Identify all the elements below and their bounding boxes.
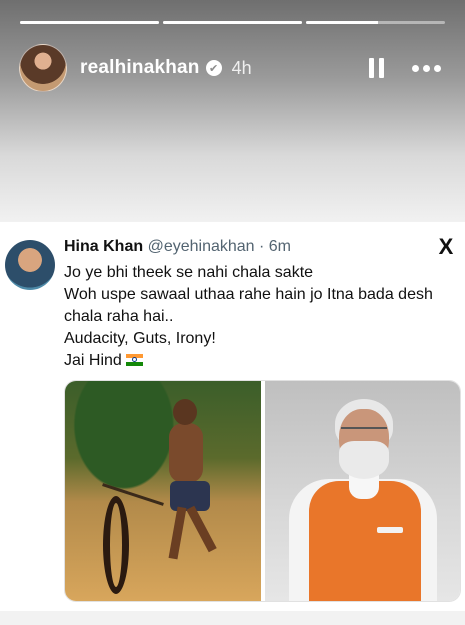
pause-bar-right — [379, 58, 384, 78]
media-image-portrait[interactable] — [264, 381, 460, 601]
tweet-author-name[interactable]: Hina Khan — [64, 238, 143, 255]
pause-bar-left — [369, 58, 374, 78]
more-dot-1 — [412, 64, 419, 72]
story-header: realhinakhan ✔ 4h — [19, 44, 445, 92]
x-logo-icon: X — [438, 234, 454, 259]
more-horizontal-icon[interactable] — [412, 64, 441, 72]
pause-icon[interactable] — [369, 58, 384, 78]
tweet-line-5: Jai Hind — [64, 350, 464, 372]
media-image-boy-running[interactable] — [65, 381, 261, 601]
story-time: 4h — [231, 57, 252, 78]
tweet-media[interactable] — [64, 380, 461, 602]
india-flag-icon — [125, 354, 143, 366]
story-progress-bar — [20, 21, 445, 24]
story-bottom-bar — [0, 611, 465, 625]
progress-fill-3 — [306, 21, 379, 24]
tweet-card[interactable]: Hina Khan @eyehinakhan · 6m X Jo ye bhi … — [0, 222, 465, 611]
tyre-shape — [103, 496, 129, 594]
boy-leg-shape — [168, 506, 187, 560]
tweet-line-2: Woh uspe sawaal uthaa rahe hain jo Itna … — [64, 286, 433, 303]
tweet-line-4: Audacity, Guts, Irony! — [64, 330, 216, 347]
progress-segment-1 — [20, 21, 159, 24]
tweet-separator: · — [254, 238, 269, 255]
tweet-text: Jo ye bhi theek se nahi chala sakte Woh … — [64, 262, 464, 372]
tweet-author-handle: @eyehinakhan · 6m — [148, 238, 291, 255]
story-background — [0, 0, 465, 222]
portrait-pocket-shape — [376, 527, 403, 533]
progress-fill-2 — [163, 21, 302, 24]
boy-leg-shape-2 — [186, 505, 217, 553]
portrait-glasses-shape — [340, 427, 387, 437]
tweet-header: Hina Khan @eyehinakhan · 6m — [64, 238, 291, 256]
tweet-handle-text: @eyehinakhan — [147, 238, 255, 255]
progress-segment-3 — [306, 21, 445, 24]
progress-fill-1 — [20, 21, 159, 24]
boy-head-shape — [173, 399, 197, 425]
tweet-line-3: chala raha hai.. — [64, 308, 174, 325]
progress-segment-2 — [163, 21, 302, 24]
tweet-time: 6m — [268, 238, 292, 255]
more-dot-3 — [434, 64, 441, 72]
story-username[interactable]: realhinakhan — [80, 57, 200, 79]
tweet-line-1: Jo ye bhi theek se nahi chala sakte — [64, 264, 314, 281]
verified-check-icon: ✔ — [205, 60, 222, 76]
story-avatar[interactable] — [19, 44, 67, 92]
portrait-beard-shape — [338, 441, 389, 479]
tweet-line-5-text: Jai Hind — [64, 352, 122, 369]
more-dot-2 — [423, 64, 430, 72]
portrait-vest-shape — [308, 481, 421, 601]
tweet-avatar[interactable] — [5, 240, 55, 290]
boy-body-shape — [169, 423, 203, 483]
